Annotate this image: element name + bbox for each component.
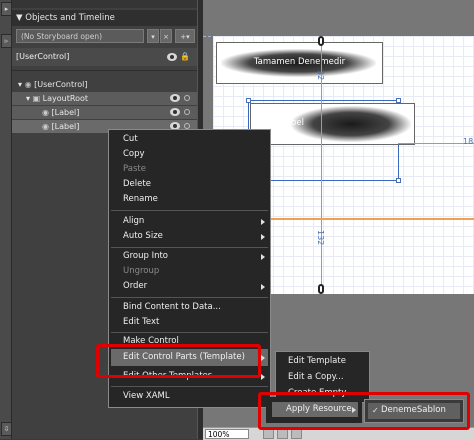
submenu-arrow-icon (261, 254, 265, 260)
root-visibility-eye-icon[interactable] (167, 53, 177, 61)
root-element-row[interactable]: [UserControl] 🔒 (12, 48, 197, 66)
submenu-arrow-icon (261, 374, 265, 380)
menu-divider (111, 332, 268, 333)
layoutroot-lock-dot-icon[interactable] (184, 95, 190, 101)
tree-label-label-2: [Label] (51, 122, 80, 131)
menu-divider (111, 297, 268, 298)
annotation-highlight-box (96, 344, 261, 378)
tree-label-usercontrol: [UserControl] (34, 80, 88, 89)
menu-item-group-into[interactable]: Group Into (123, 249, 168, 264)
grid-icon: ▣ (32, 94, 43, 103)
new-storyboard-icon[interactable]: +▾ (175, 29, 195, 43)
direct-select-tool-icon[interactable]: ▹ (1, 34, 12, 48)
top-margin-chain-icon[interactable] (318, 36, 324, 46)
menu-divider (111, 210, 268, 211)
storyboard-dropdown[interactable]: (No Storyboard open) (16, 29, 144, 43)
asset-library-icon[interactable]: ⇩ (1, 422, 12, 436)
menu-item-paste[interactable]: Paste (123, 162, 146, 177)
menu-item-copy[interactable]: Copy (123, 147, 145, 162)
panel-header[interactable]: ▼ Objects and Timeline (12, 10, 197, 26)
menu-item-delete[interactable]: Delete (123, 177, 151, 192)
menu-item-bind-content[interactable]: Bind Content to Data... (123, 300, 221, 315)
label1-lock-dot-icon[interactable] (184, 109, 190, 115)
element-eye-icon: ◉ (24, 80, 35, 89)
snap-grid-icon[interactable] (263, 429, 274, 439)
zoom-combobox[interactable]: 100% (205, 429, 249, 439)
canvas-button-2[interactable]: Label (250, 103, 415, 145)
menu-item-ungroup[interactable]: Ungroup (123, 264, 159, 279)
menu-item-auto-size[interactable]: Auto Size (123, 229, 163, 244)
panel-title: Objects and Timeline (25, 13, 115, 23)
label-element-icon: ◉ (42, 108, 52, 117)
panel-top-strip (12, 0, 197, 8)
resize-handle[interactable] (396, 178, 401, 183)
submenu-arrow-icon (261, 284, 265, 290)
layoutroot-visibility-eye-icon[interactable] (170, 94, 180, 102)
storyboard-dropdown-arrow-icon[interactable]: ▾ (147, 29, 159, 43)
label-element-icon: ◉ (42, 122, 52, 131)
submenu-arrow-icon (261, 234, 265, 240)
tree-row-label-1[interactable]: ◉ [Label] (12, 106, 197, 119)
selection-edge-top (248, 100, 398, 101)
menu-item-rename[interactable]: Rename (123, 192, 158, 207)
button-1-text: Tamamen Denemedir (253, 57, 346, 67)
close-storyboard-icon[interactable]: × (160, 29, 172, 43)
menu-item-edit-text[interactable]: Edit Text (123, 315, 159, 330)
canvas-button-1[interactable]: Tamamen Denemedir (216, 42, 383, 84)
menu-item-order[interactable]: Order (123, 279, 147, 294)
menu-divider (111, 386, 268, 387)
snap-lines-icon[interactable] (277, 429, 288, 439)
tree-label-layoutroot: LayoutRoot (42, 94, 88, 103)
collapse-arrow-icon[interactable]: ▼ (16, 13, 25, 23)
tree-row-layoutroot[interactable]: ▾ ▣ LayoutRoot (12, 92, 197, 105)
menu-item-cut[interactable]: Cut (123, 132, 138, 147)
tree-separator (12, 70, 197, 71)
annotation-highlight-box (258, 392, 470, 430)
submenu-item-edit-template[interactable]: Edit Template (288, 354, 346, 369)
menu-divider (111, 247, 268, 248)
tools-toolbar: ▸ ▹ ⇩ (0, 0, 12, 439)
bottom-margin-chain-icon[interactable] (318, 284, 324, 294)
menu-item-align[interactable]: Align (123, 214, 144, 229)
selection-tool-icon[interactable]: ▸ (1, 2, 12, 16)
label1-visibility-eye-icon[interactable] (170, 108, 180, 116)
effects-toggle-icon[interactable] (291, 429, 302, 439)
button-2-text: Label (281, 118, 304, 128)
resize-handle[interactable] (246, 98, 251, 103)
resize-handle[interactable] (396, 98, 401, 103)
submenu-arrow-icon (261, 355, 265, 361)
measure-width-label: 18 (463, 137, 474, 146)
submenu-item-edit-copy[interactable]: Edit a Copy... (288, 370, 344, 385)
menu-item-view-xaml[interactable]: View XAML (123, 389, 170, 404)
measure-top-label: 32 (316, 70, 325, 81)
measure-height-label: 132 (316, 230, 325, 246)
tree-row-usercontrol[interactable]: ▾ ◉ [UserControl] (12, 78, 197, 91)
tree-label-label-1: [Label] (51, 108, 80, 117)
root-lock-icon[interactable]: 🔒 (180, 48, 190, 66)
submenu-arrow-icon (261, 219, 265, 225)
root-element-label: [UserControl] (16, 52, 70, 61)
